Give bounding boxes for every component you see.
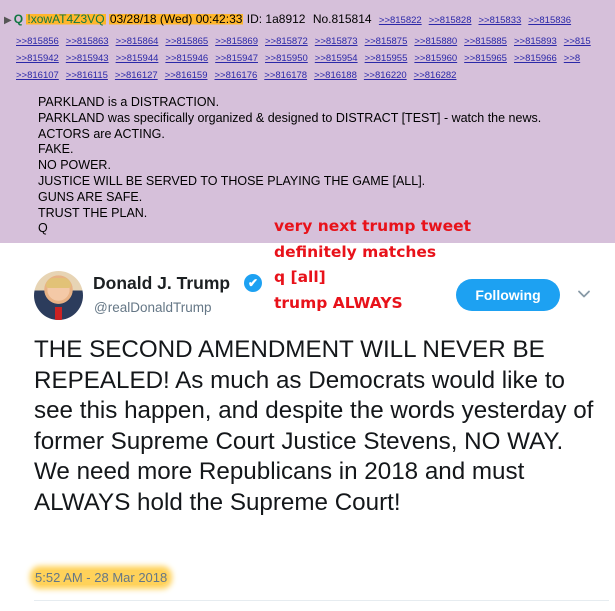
reply-link[interactable]: >>816159: [165, 70, 208, 81]
reply-link[interactable]: >>816220: [364, 70, 407, 81]
chevron-down-icon[interactable]: [577, 287, 591, 301]
annotation-line: definitely matches: [274, 242, 437, 261]
annotation-line: q [all]: [274, 268, 326, 286]
following-button[interactable]: Following: [456, 279, 560, 311]
post-line: NO POWER.: [38, 158, 111, 173]
poster-tripcode: !xowAT4Z3VQ: [27, 12, 105, 26]
tweet-text: THE SECOND AMENDMENT WILL NEVER BE REPEA…: [34, 336, 594, 516]
triangle-right-icon[interactable]: ▶: [4, 15, 12, 26]
reply-link[interactable]: >>816178: [264, 70, 307, 81]
verified-badge-icon: ✔: [244, 274, 262, 292]
post-line: ACTORS are ACTING.: [38, 126, 165, 141]
divider: [34, 600, 609, 601]
reply-link[interactable]: >>815954: [315, 53, 358, 64]
poster-id[interactable]: ID: 1a8912: [247, 12, 306, 26]
tweet-timestamp-text[interactable]: 5:52 AM - 28 Mar 2018: [34, 570, 169, 585]
reply-link[interactable]: >>815833: [478, 15, 521, 26]
user-handle[interactable]: @realDonaldTrump: [94, 300, 212, 315]
post-line: GUNS ARE SAFE.: [38, 189, 143, 204]
reply-link[interactable]: >>815836: [528, 15, 571, 26]
reply-link[interactable]: >>815960: [414, 53, 457, 64]
tweet-timestamp[interactable]: 5:52 AM - 28 Mar 2018: [34, 570, 169, 585]
reply-link[interactable]: >>815965: [464, 53, 507, 64]
reply-link[interactable]: >>816282: [414, 70, 457, 81]
reply-link[interactable]: >>815869: [215, 36, 258, 47]
reply-link[interactable]: >>815885: [464, 36, 507, 47]
reply-link[interactable]: >>815864: [116, 36, 159, 47]
reply-link[interactable]: >>816115: [66, 70, 108, 81]
post-line: PARKLAND is a DISTRACTION.: [38, 95, 220, 109]
reply-link[interactable]: >>816127: [115, 70, 158, 81]
reply-link[interactable]: >>815865: [165, 36, 208, 47]
post-date: 03/28/18 (Wed) 00:42:33: [109, 12, 243, 26]
post-line: FAKE.: [38, 142, 74, 157]
reply-links: >>815856 >>815863 >>815864 >>815865 >>815869…: [16, 33, 615, 84]
reply-link[interactable]: >>815946: [165, 53, 208, 64]
annotation-text: very next trump tweet definitely matches…: [274, 214, 471, 316]
reply-link[interactable]: >>815872: [265, 36, 308, 47]
reply-link[interactable]: >>815822: [379, 15, 422, 26]
reply-link[interactable]: >>815828: [429, 15, 472, 26]
poster-name: Q: [13, 12, 24, 26]
reply-link[interactable]: >>815893: [514, 36, 557, 47]
post-line: JUSTICE WILL BE SERVED TO THOSE PLAYING …: [38, 173, 426, 188]
reply-link[interactable]: >>816188: [314, 70, 357, 81]
annotation-line: trump ALWAYS: [274, 293, 403, 312]
reply-link[interactable]: >>815856: [16, 36, 59, 47]
reply-link[interactable]: >>815873: [315, 36, 358, 47]
reply-link[interactable]: >>815942: [16, 53, 59, 64]
reply-link[interactable]: >>815944: [116, 53, 159, 64]
post-number[interactable]: No.815814: [313, 12, 372, 26]
reply-link[interactable]: >>816176: [214, 70, 257, 81]
avatar[interactable]: [34, 271, 83, 320]
reply-link[interactable]: >>815955: [365, 53, 408, 64]
reply-link[interactable]: >>815863: [66, 36, 109, 47]
reply-link[interactable]: >>815880: [414, 36, 457, 47]
post-header: ▶ Q !xowAT4Z3VQ 03/28/18 (Wed) 00:42:33 I…: [4, 12, 615, 28]
reply-link[interactable]: >>815: [564, 36, 591, 47]
annotation-line: very next trump tweet: [274, 217, 472, 235]
display-name[interactable]: Donald J. Trump: [93, 273, 230, 294]
reply-link[interactable]: >>816107: [16, 70, 59, 81]
reply-link[interactable]: >>815950: [265, 53, 308, 64]
reply-link[interactable]: >>815966: [514, 53, 557, 64]
post-line: PARKLAND was specifically organized & de…: [38, 110, 542, 125]
reply-link[interactable]: >>8: [564, 53, 580, 64]
reply-link[interactable]: >>815875: [365, 36, 408, 47]
imageboard-post: ▶ Q !xowAT4Z3VQ 03/28/18 (Wed) 00:42:33 I…: [0, 0, 615, 243]
reply-link[interactable]: >>815947: [215, 53, 258, 64]
reply-link[interactable]: >>815943: [66, 53, 109, 64]
